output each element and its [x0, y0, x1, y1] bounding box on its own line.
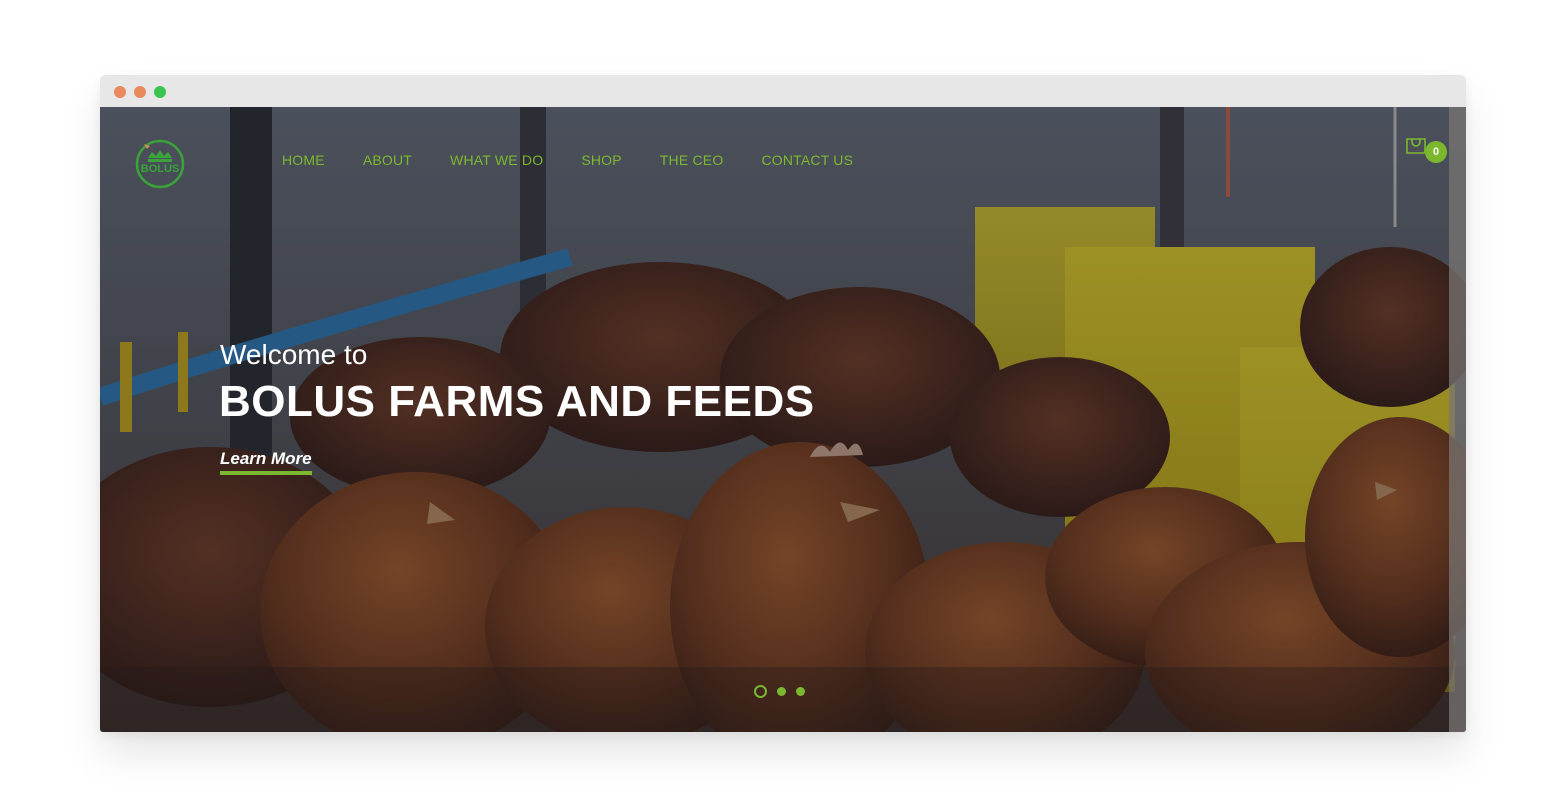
- cart-button[interactable]: 0: [1405, 135, 1451, 165]
- window-minimize-button[interactable]: [134, 86, 146, 98]
- window-maximize-button[interactable]: [154, 86, 166, 98]
- window-close-button[interactable]: [114, 86, 126, 98]
- slider-dot-2[interactable]: [777, 687, 786, 696]
- hero-title: BOLUS FARMS AND FEEDS: [219, 377, 815, 426]
- nav-item-what-we-do[interactable]: WHAT WE DO: [450, 152, 543, 172]
- nav-item-contact-us[interactable]: CONTACT US: [761, 152, 853, 172]
- bolus-logo[interactable]: BOLUS: [134, 138, 186, 190]
- logo-text: BOLUS: [140, 163, 180, 175]
- cart-count-badge: 0: [1425, 141, 1447, 163]
- window-titlebar: [100, 75, 1466, 107]
- browser-window: BOLUS HOME ABOUT WHAT WE DO SHOP THE CEO…: [100, 75, 1466, 732]
- page-scrollbar[interactable]: [1449, 107, 1466, 732]
- nav-item-shop[interactable]: SHOP: [581, 152, 621, 172]
- website-viewport: BOLUS HOME ABOUT WHAT WE DO SHOP THE CEO…: [100, 107, 1466, 732]
- slider-dot-3[interactable]: [796, 687, 805, 696]
- nav-item-about[interactable]: ABOUT: [363, 152, 412, 172]
- nav-item-home[interactable]: HOME: [282, 152, 325, 172]
- shopping-bag-icon: [1406, 138, 1426, 154]
- slider-dot-1[interactable]: [754, 685, 767, 698]
- slider-pagination: [754, 685, 805, 698]
- page: BOLUS HOME ABOUT WHAT WE DO SHOP THE CEO…: [0, 0, 1566, 807]
- nav-item-the-ceo[interactable]: THE CEO: [660, 152, 724, 172]
- main-navigation: HOME ABOUT WHAT WE DO SHOP THE CEO CONTA…: [282, 152, 891, 172]
- hero-welcome-text: Welcome to: [220, 339, 368, 370]
- learn-more-link[interactable]: Learn More: [220, 449, 312, 475]
